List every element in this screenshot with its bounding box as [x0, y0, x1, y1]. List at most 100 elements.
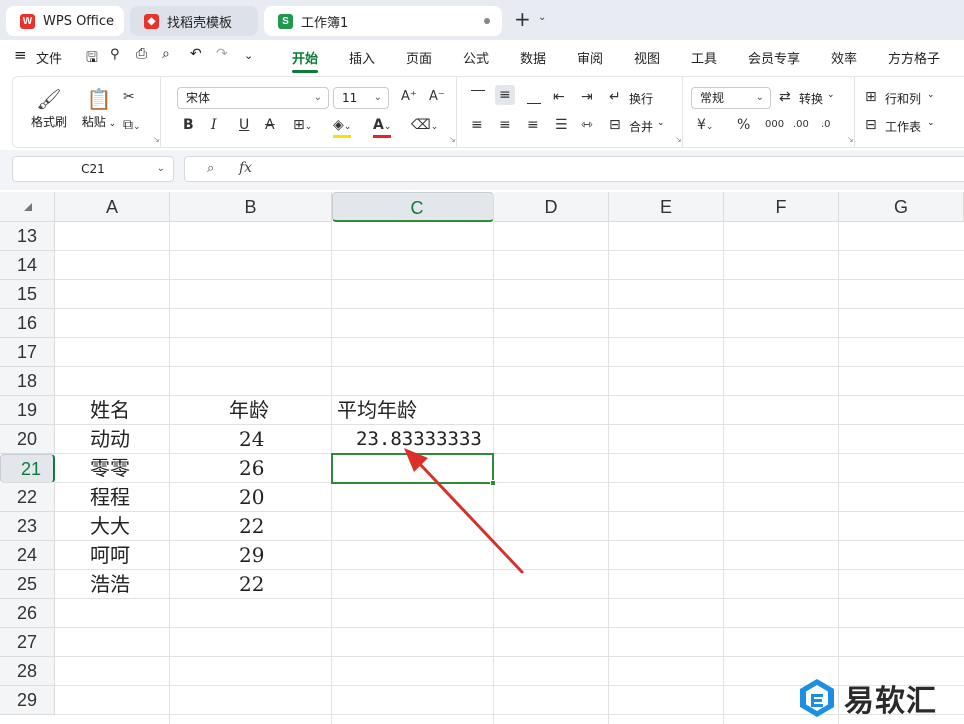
italic-icon[interactable]: I — [211, 117, 217, 133]
strikethrough-icon[interactable]: A — [265, 117, 275, 133]
wps-logo-icon: W — [20, 13, 35, 29]
share-icon[interactable]: ⚲ — [110, 47, 120, 62]
menu-bar: ≡ 文件 🖫 ⚲ ⎙ ⌕ ↶ ↷ ⌄ 开始 插入 页面 公式 数据 审阅 视图 … — [0, 40, 964, 74]
worksheet-icon[interactable]: ⊟ — [865, 117, 877, 133]
menu-page[interactable]: 页面 — [406, 48, 432, 67]
increase-decimal-icon[interactable]: .00 — [793, 117, 809, 133]
dialog-launcher-icon[interactable]: ↘ — [675, 135, 682, 144]
clipboard-group: 🖌 格式刷 📋 粘贴 ⌄ ✂ ⧉⌄ ↘ — [13, 77, 161, 147]
chevron-down-icon[interactable]: ⌄ — [657, 118, 665, 128]
chevron-down-icon[interactable]: ⌄ — [244, 49, 253, 62]
menu-efficiency[interactable]: 效率 — [831, 48, 857, 67]
name-box-value: C21 — [81, 162, 105, 176]
increase-font-icon[interactable]: A⁺ — [401, 89, 417, 105]
tab-label: 找稻壳模板 — [167, 15, 233, 31]
chevron-down-icon[interactable]: ⌄ — [827, 90, 835, 100]
rows-columns-button[interactable]: 行和列 — [885, 90, 921, 107]
merge-button[interactable]: 合并 — [629, 118, 653, 135]
chevron-down-icon: ⌄ — [313, 92, 322, 103]
distribute-icon[interactable]: ⇿ — [581, 117, 593, 133]
ribbon-toolbar: 🖌 格式刷 📋 粘贴 ⌄ ✂ ⧉⌄ ↘ 宋体 ⌄ 11 ⌄ A⁺ A⁻ B I … — [12, 76, 964, 148]
clipboard-icon: 📋 — [86, 87, 112, 111]
currency-icon[interactable]: ¥⌄ — [697, 117, 713, 135]
formula-input[interactable]: ⌕ fx — [184, 156, 964, 182]
indent-decrease-icon[interactable]: ⇤ — [553, 89, 565, 105]
menu-formula[interactable]: 公式 — [463, 48, 489, 67]
chevron-down-icon[interactable]: ⌄ — [538, 12, 546, 23]
cells-group: ⊞ 行和列 ⌄ ⊟ 工作表 ⌄ — [855, 77, 964, 147]
copy-icon[interactable]: ⧉⌄ — [123, 117, 141, 135]
hamburger-menu-icon[interactable]: ≡ — [14, 46, 27, 64]
chevron-down-icon[interactable]: ⌄ — [927, 118, 935, 128]
align-right-icon[interactable]: ≡ — [527, 117, 539, 133]
function-fx-icon[interactable]: fx — [239, 160, 252, 176]
spreadsheet-grid[interactable]: A B C D E F G 13 14 15 16 17 18 19 20 21… — [0, 192, 964, 724]
wrap-text-button[interactable]: 换行 — [629, 90, 653, 107]
font-size-value: 11 — [342, 91, 358, 105]
menu-member[interactable]: 会员专享 — [748, 48, 800, 67]
font-group: 宋体 ⌄ 11 ⌄ A⁺ A⁻ B I U A ⊞⌄ ◈⌄ A⌄ ⌫⌄ ↘ — [161, 77, 457, 147]
merge-cells-icon[interactable]: ⊟ — [609, 117, 621, 133]
justify-icon[interactable]: ☰ — [555, 117, 568, 133]
redo-icon[interactable]: ↷ — [216, 46, 228, 62]
decrease-font-icon[interactable]: A⁻ — [429, 89, 445, 105]
align-top-icon[interactable]: ⎺ — [471, 89, 485, 105]
name-box[interactable]: C21 ⌄ — [12, 156, 174, 182]
align-bottom-icon[interactable]: ⎽ — [527, 89, 541, 105]
format-painter-button[interactable]: 🖌 格式刷 — [27, 85, 71, 130]
align-middle-icon[interactable]: ≡ — [495, 85, 515, 105]
cut-scissors-icon[interactable]: ✂ — [123, 89, 135, 105]
print-icon[interactable]: ⎙ — [136, 46, 147, 62]
new-tab-plus-icon[interactable]: + — [514, 9, 531, 29]
percent-icon[interactable]: % — [737, 117, 750, 133]
menu-file[interactable]: 文件 — [36, 48, 62, 67]
font-name-select[interactable]: 宋体 ⌄ — [177, 87, 329, 109]
convert-button[interactable]: 转换 — [799, 90, 823, 107]
chevron-down-icon[interactable]: ⌄ — [927, 90, 935, 100]
align-left-icon[interactable]: ≡ — [471, 117, 483, 133]
underline-icon[interactable]: U — [239, 117, 249, 133]
menu-insert[interactable]: 插入 — [349, 48, 375, 67]
zoom-search-icon[interactable]: ⌕ — [207, 161, 214, 176]
font-color-icon[interactable]: A⌄ — [373, 117, 392, 138]
save-icon[interactable]: 🖫 — [86, 47, 98, 71]
number-format-select[interactable]: 常规 ⌄ — [691, 87, 771, 109]
eraser-icon[interactable]: ⌫⌄ — [411, 117, 438, 135]
watermark: 易软汇 — [796, 676, 937, 720]
menu-view[interactable]: 视图 — [634, 48, 660, 67]
convert-icon[interactable]: ⇄ — [779, 89, 791, 105]
paste-button[interactable]: 📋 粘贴 ⌄ — [77, 85, 121, 130]
print-preview-icon[interactable]: ⌕ — [162, 46, 170, 62]
dialog-launcher-icon[interactable]: ↘ — [847, 135, 854, 144]
font-size-select[interactable]: 11 ⌄ — [333, 87, 389, 109]
worksheet-button[interactable]: 工作表 — [885, 118, 921, 135]
tab-wps-office[interactable]: W WPS Office — [6, 6, 124, 36]
bold-icon[interactable]: B — [183, 117, 194, 133]
menu-review[interactable]: 审阅 — [577, 48, 603, 67]
dialog-launcher-icon[interactable]: ↘ — [449, 135, 456, 144]
fill-color-icon[interactable]: ◈⌄ — [333, 117, 352, 138]
align-center-icon[interactable]: ≡ — [499, 117, 511, 133]
menu-data[interactable]: 数据 — [520, 48, 546, 67]
tab-label: WPS Office — [43, 13, 115, 29]
tab-workbook[interactable]: S 工作簿1 — [264, 6, 502, 36]
tab-templates[interactable]: ◆ 找稻壳模板 — [130, 6, 258, 36]
chevron-down-icon[interactable]: ⌄ — [157, 157, 165, 181]
indent-increase-icon[interactable]: ⇥ — [581, 89, 593, 105]
unsaved-dot-icon[interactable] — [484, 18, 490, 24]
menu-tools[interactable]: 工具 — [691, 48, 717, 67]
wrap-text-icon[interactable]: ↵ — [609, 89, 621, 105]
tab-label: 工作簿1 — [301, 15, 349, 31]
decrease-decimal-icon[interactable]: .0 — [821, 117, 831, 133]
paste-label: 粘贴 — [81, 115, 106, 129]
format-painter-label: 格式刷 — [30, 115, 67, 129]
border-icon[interactable]: ⊞⌄ — [293, 117, 312, 135]
paint-brush-icon: 🖌 — [36, 87, 62, 111]
undo-icon[interactable]: ↶ — [190, 46, 202, 62]
rows-columns-icon[interactable]: ⊞ — [865, 89, 877, 105]
dialog-launcher-icon[interactable]: ↘ — [153, 135, 160, 144]
menu-home[interactable]: 开始 — [292, 48, 318, 67]
alignment-group: ⎺ ≡ ⎽ ⇤ ⇥ ↵ 换行 ≡ ≡ ≡ ☰ ⇿ ⊟ 合并 ⌄ ↘ — [457, 77, 683, 147]
menu-fangfang[interactable]: 方方格子 — [888, 48, 940, 67]
thousands-separator-icon[interactable]: 000 — [765, 117, 784, 133]
